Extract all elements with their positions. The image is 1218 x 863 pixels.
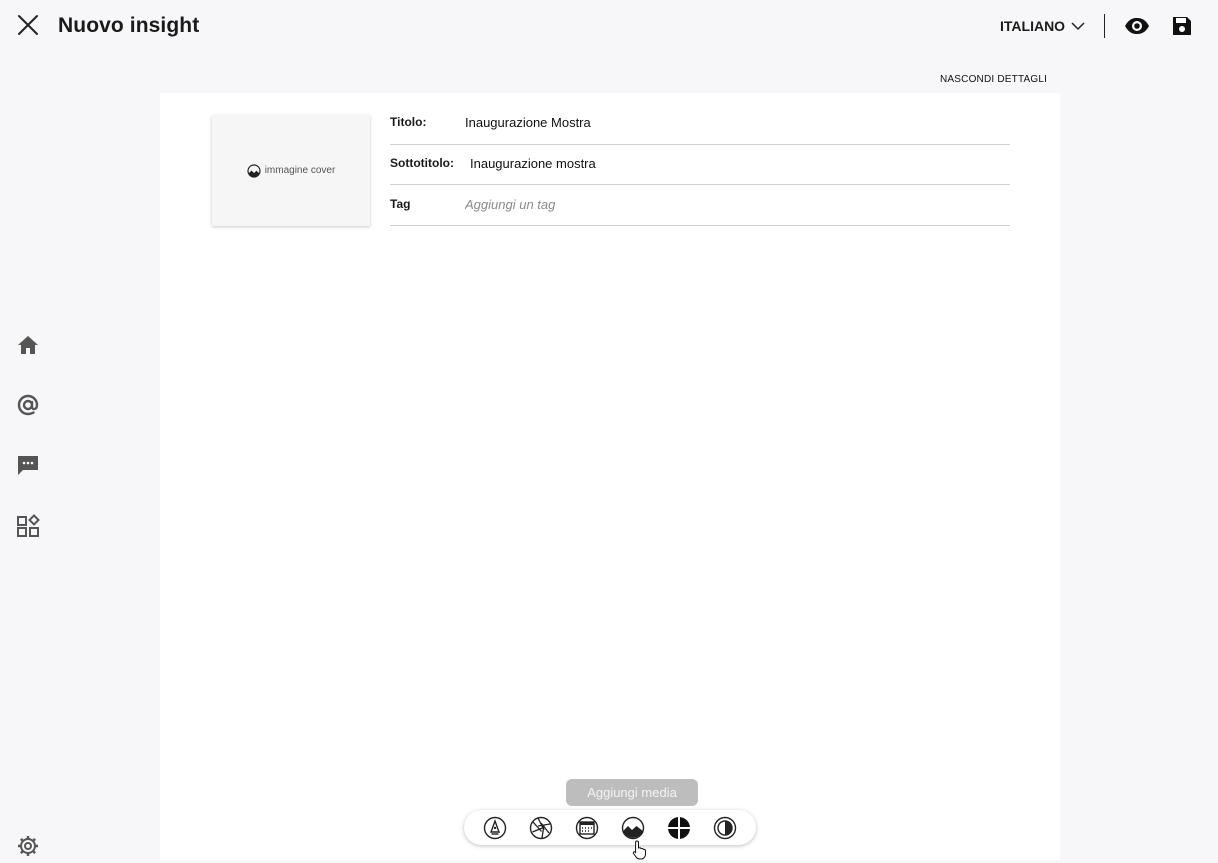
save-button[interactable] — [1171, 15, 1193, 37]
hide-details-link[interactable]: NASCONDI DETTAGLI — [940, 74, 1047, 85]
title-label: Titolo: — [390, 115, 427, 129]
sidebar-item-mentions[interactable] — [16, 393, 40, 417]
title-row: Titolo: — [390, 104, 1010, 145]
sidebar-item-widgets[interactable] — [16, 514, 40, 538]
sidebar-item-home[interactable] — [16, 333, 40, 357]
crosshair-icon — [668, 817, 690, 839]
chevron-down-icon — [1071, 22, 1085, 31]
widgets-icon — [17, 514, 40, 537]
tag-input[interactable] — [465, 197, 985, 212]
chat-icon — [18, 456, 38, 475]
tag-row: Tag — [390, 185, 1010, 226]
pen-tool-icon — [483, 816, 507, 840]
add-text-button[interactable] — [483, 816, 507, 840]
sidebar-item-messages[interactable] — [16, 453, 40, 477]
header-divider — [1104, 14, 1105, 38]
gear-icon — [18, 836, 38, 856]
save-icon — [1173, 17, 1191, 35]
home-icon — [18, 336, 38, 354]
title-input[interactable] — [465, 115, 985, 130]
add-location-button[interactable] — [667, 816, 691, 840]
add-photo-button[interactable] — [529, 816, 553, 840]
add-contrast-button[interactable] — [713, 816, 737, 840]
cover-image-placeholder[interactable]: immagine cover — [212, 115, 370, 226]
hand-cursor-icon — [632, 840, 646, 860]
close-icon — [18, 15, 38, 35]
language-label: ITALIANO — [1000, 18, 1066, 34]
add-media-tooltip: Aggiungi media — [566, 779, 698, 806]
subtitle-input[interactable] — [470, 156, 990, 171]
language-select[interactable]: ITALIANO — [1000, 14, 1085, 38]
eye-icon — [1125, 18, 1149, 34]
add-media-button[interactable] — [621, 816, 645, 840]
at-sign-icon — [17, 394, 39, 416]
insert-toolbar — [464, 810, 756, 845]
aperture-icon — [529, 816, 553, 840]
top-bar: Nuovo insight ITALIANO — [0, 0, 1218, 52]
subtitle-label: Sottotitolo: — [390, 156, 454, 170]
page-title: Nuovo insight — [58, 14, 200, 37]
close-button[interactable] — [14, 12, 42, 40]
tag-label: Tag — [390, 197, 411, 211]
preview-button[interactable] — [1124, 14, 1150, 38]
contrast-icon — [713, 816, 737, 840]
image-icon — [247, 163, 261, 178]
cover-label: immagine cover — [264, 165, 336, 176]
calendar-icon — [575, 816, 599, 840]
subtitle-row: Sottotitolo: — [390, 144, 1010, 185]
editor-canvas[interactable]: immagine cover Titolo: Sottotitolo: Tag — [160, 93, 1060, 860]
add-event-button[interactable] — [575, 816, 599, 840]
image-icon — [621, 816, 645, 840]
sidebar-item-settings[interactable] — [16, 834, 40, 858]
